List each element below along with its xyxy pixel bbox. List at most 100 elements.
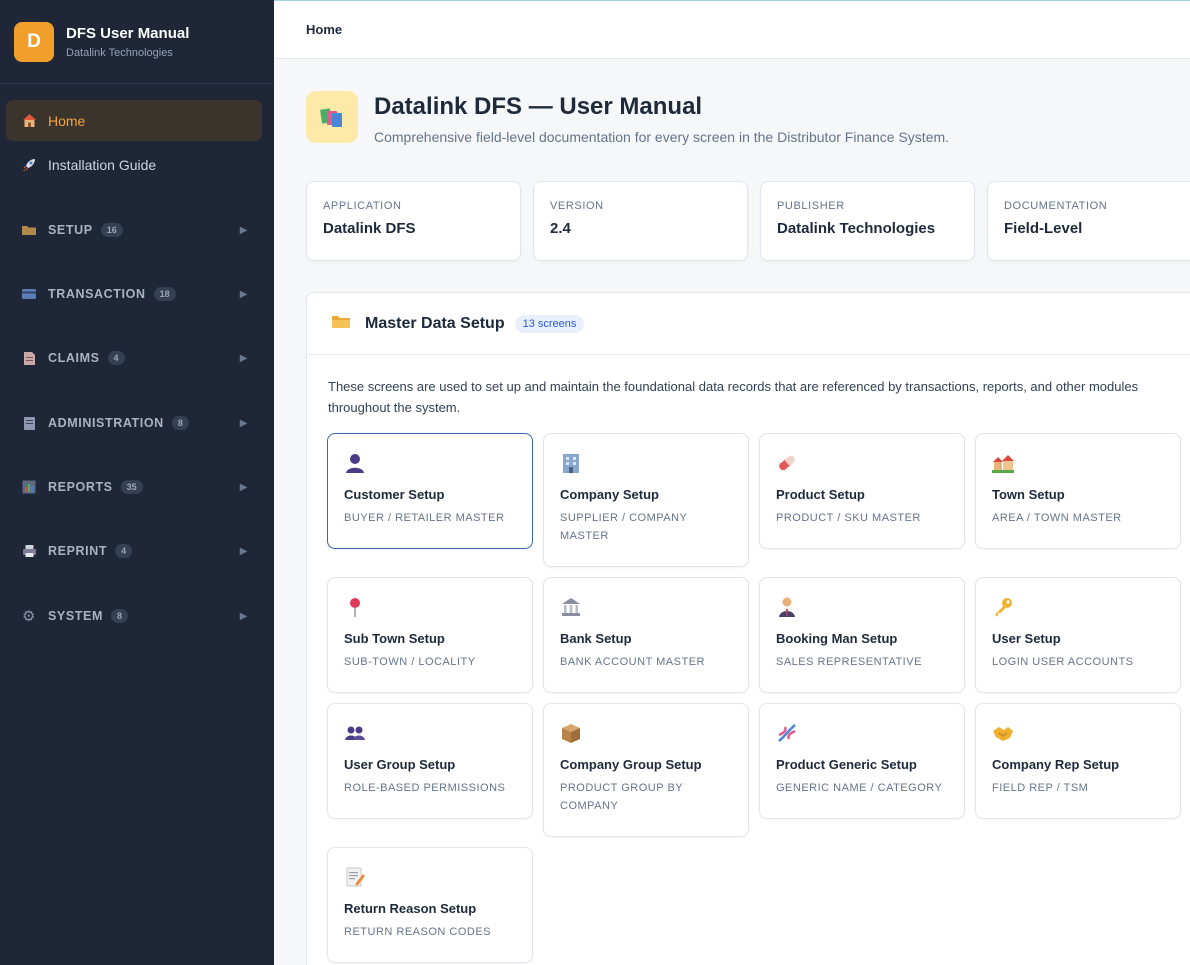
nav-item-home[interactable]: Home xyxy=(6,100,262,141)
card-title: User Setup xyxy=(992,631,1061,646)
card-product-generic-setup[interactable]: Product Generic Setup GENERIC NAME / CAT… xyxy=(759,703,965,819)
card-title: User Group Setup xyxy=(344,757,456,772)
card-subtitle: RETURN REASON CODES xyxy=(344,926,492,938)
chevron-right-icon: ▶ xyxy=(239,545,248,557)
card-town-setup[interactable]: Town Setup AREA / TOWN MASTER xyxy=(975,433,1181,549)
books-icon xyxy=(306,91,358,143)
section-reprint[interactable]: REPRINT 4 ▶ xyxy=(6,536,262,566)
section-count: 18 xyxy=(153,287,176,301)
card-subtitle: PRODUCT GROUP BY COMPANY xyxy=(560,782,683,812)
section-count: 8 xyxy=(111,609,129,623)
card-title: Company Group Setup xyxy=(560,757,702,772)
card-title: Booking Man Setup xyxy=(776,631,898,646)
section-label: SETUP xyxy=(48,223,93,237)
info-card-documentation: DOCUMENTATION Field-Level xyxy=(987,181,1190,261)
info-card-value: Datalink Technologies xyxy=(777,220,936,237)
card-title: Company Rep Setup xyxy=(992,757,1120,772)
card-company-rep-setup[interactable]: Company Rep Setup FIELD REP / TSM xyxy=(975,703,1181,819)
chevron-right-icon: ▶ xyxy=(239,224,248,236)
chevron-right-icon: ▶ xyxy=(239,417,248,429)
card-return-reason-setup[interactable]: Return Reason Setup RETURN REASON CODES xyxy=(327,847,533,963)
info-card-label: DOCUMENTATION xyxy=(1004,200,1108,212)
info-card-value: Field-Level xyxy=(1004,220,1083,237)
info-card-value: Datalink DFS xyxy=(323,220,416,237)
section-count: 8 xyxy=(171,416,189,430)
memo-icon xyxy=(344,864,370,890)
house-icon xyxy=(20,112,38,130)
nav-item-label: Home xyxy=(48,112,86,129)
document-icon xyxy=(20,349,38,367)
houses-icon xyxy=(992,450,1018,476)
section-claims[interactable]: CLAIMS 4 ▶ xyxy=(6,343,262,373)
card-sub-town-setup[interactable]: Sub Town Setup SUB-TOWN / LOCALITY xyxy=(327,577,533,693)
section-label: CLAIMS xyxy=(48,351,100,365)
card-title: Product Generic Setup xyxy=(776,757,917,772)
info-card-label: PUBLISHER xyxy=(777,200,845,212)
page-title: Datalink DFS — User Manual xyxy=(374,93,703,120)
card-company-setup[interactable]: Company Setup SUPPLIER / COMPANY MASTER xyxy=(543,433,749,567)
chevron-right-icon: ▶ xyxy=(239,288,248,300)
card-title: Bank Setup xyxy=(560,631,632,646)
card-subtitle: BANK ACCOUNT MASTER xyxy=(560,656,705,668)
brand-title: DFS User Manual xyxy=(66,24,190,42)
card-title: Town Setup xyxy=(992,487,1065,502)
screen-count-badge: 13 screens xyxy=(514,314,585,333)
section-transaction[interactable]: TRANSACTION 18 ▶ xyxy=(6,279,262,309)
brand-subtitle: Datalink Technologies xyxy=(66,46,173,59)
sidebar: D DFS User Manual Datalink Technologies … xyxy=(0,0,274,965)
pill-icon xyxy=(776,450,802,476)
gear-icon: ⚙ xyxy=(21,608,37,625)
info-card-version: VERSION 2.4 xyxy=(533,181,748,261)
card-subtitle: LOGIN USER ACCOUNTS xyxy=(992,656,1134,668)
section-header: Master Data Setup 13 screens xyxy=(307,293,1190,355)
credit-card-icon xyxy=(20,285,38,303)
card-user-setup[interactable]: User Setup LOGIN USER ACCOUNTS xyxy=(975,577,1181,693)
section-title: Master Data Setup xyxy=(365,314,505,332)
section-label: ADMINISTRATION xyxy=(48,416,164,430)
section-description: These screens are used to set up and mai… xyxy=(328,379,1139,415)
info-card-value: 2.4 xyxy=(550,220,571,237)
section-count: 16 xyxy=(100,223,123,237)
section-administration[interactable]: ADMINISTRATION 8 ▶ xyxy=(6,408,262,438)
info-card-application: APPLICATION Datalink DFS xyxy=(306,181,521,261)
card-product-setup[interactable]: Product Setup PRODUCT / SKU MASTER xyxy=(759,433,965,549)
nav-item-label: Installation Guide xyxy=(48,156,157,173)
section-system[interactable]: ⚙ SYSTEM 8 ▶ xyxy=(6,601,262,631)
brand[interactable]: D DFS User Manual Datalink Technologies xyxy=(0,0,274,84)
package-icon xyxy=(560,720,586,746)
page-subtitle: Comprehensive field-level documentation … xyxy=(374,129,950,145)
card-subtitle: SALES REPRESENTATIVE xyxy=(776,656,922,668)
card-company-group-setup[interactable]: Company Group Setup PRODUCT GROUP BY COM… xyxy=(543,703,749,837)
card-subtitle: AREA / TOWN MASTER xyxy=(992,512,1122,524)
card-user-group-setup[interactable]: User Group Setup ROLE-BASED PERMISSIONS xyxy=(327,703,533,819)
section-label: SYSTEM xyxy=(48,609,103,623)
section-setup[interactable]: SETUP 16 ▶ xyxy=(6,215,262,245)
card-subtitle: SUPPLIER / COMPANY MASTER xyxy=(560,512,688,542)
breadcrumb[interactable]: Home xyxy=(306,22,342,37)
card-subtitle: PRODUCT / SKU MASTER xyxy=(776,512,921,524)
chevron-right-icon: ▶ xyxy=(239,481,248,493)
card-booking-man-setup[interactable]: Booking Man Setup SALES REPRESENTATIVE xyxy=(759,577,965,693)
person-icon xyxy=(344,450,370,476)
chevron-right-icon: ▶ xyxy=(239,352,248,364)
people-icon xyxy=(344,720,370,746)
card-bank-setup[interactable]: Bank Setup BANK ACCOUNT MASTER xyxy=(543,577,749,693)
folder-icon xyxy=(331,313,351,335)
section-reports[interactable]: REPORTS 35 ▶ xyxy=(6,472,262,502)
bank-icon xyxy=(560,594,586,620)
card-title: Product Setup xyxy=(776,487,865,502)
card-title: Customer Setup xyxy=(344,487,445,502)
info-card-label: APPLICATION xyxy=(323,200,402,212)
card-subtitle: ROLE-BASED PERMISSIONS xyxy=(344,782,506,794)
section-count: 4 xyxy=(107,351,125,365)
topbar: Home xyxy=(274,0,1190,59)
nav-item-installation-guide[interactable]: Installation Guide xyxy=(6,144,262,185)
card-customer-setup[interactable]: Customer Setup BUYER / RETAILER MASTER xyxy=(327,433,533,549)
section-count: 4 xyxy=(115,544,133,558)
folder-icon xyxy=(20,221,38,239)
card-subtitle: BUYER / RETAILER MASTER xyxy=(344,512,505,524)
brand-logo: D xyxy=(14,21,54,62)
bar-chart-icon xyxy=(20,478,38,496)
dna-icon xyxy=(776,720,802,746)
businessman-icon xyxy=(776,594,802,620)
